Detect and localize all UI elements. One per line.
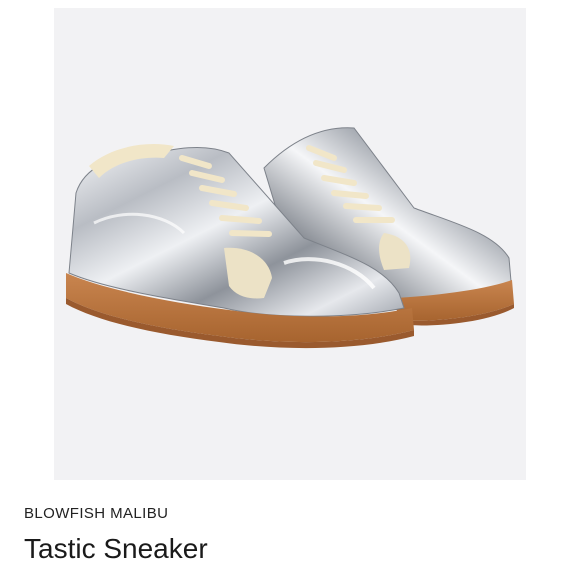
product-card[interactable]: BLOWFISH MALIBU Tastic Sneaker — [0, 0, 580, 580]
product-image[interactable] — [54, 8, 526, 480]
sneaker-illustration — [66, 127, 514, 349]
brand-name: BLOWFISH MALIBU — [24, 505, 169, 522]
product-title[interactable]: Tastic Sneaker — [24, 533, 208, 565]
